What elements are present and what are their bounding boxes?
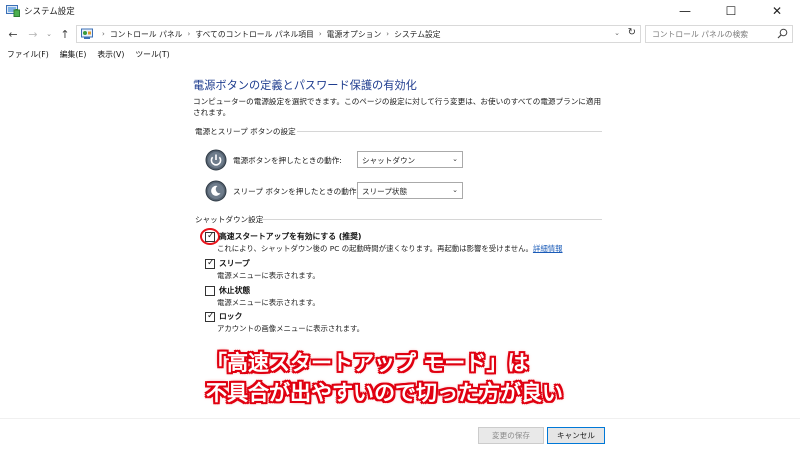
breadcrumb-separator[interactable]: › <box>187 30 190 38</box>
chevron-down-icon: ⌄ <box>452 155 458 163</box>
cancel-button[interactable]: キャンセル <box>547 427 605 444</box>
footer-divider <box>0 418 800 419</box>
lock-checkbox[interactable]: ✓ <box>205 311 215 322</box>
close-icon: ✕ <box>771 4 783 18</box>
annotation-line-2: 不具合が出やすいので切った方が良い <box>206 381 563 405</box>
menu-edit[interactable]: 編集(E) <box>60 49 87 60</box>
fast-startup-description: これにより、シャットダウン後の PC の起動時間が速くなります。再起動は影響を受… <box>217 243 563 254</box>
power-button-action-value: シャットダウン <box>362 156 416 165</box>
minimize-icon: — <box>679 4 691 18</box>
lock-option-description: アカウントの画像メニューに表示されます。 <box>217 324 365 333</box>
fast-startup-label: 高速スタートアップを有効にする (推奨) <box>219 232 362 241</box>
hibernate-checkbox[interactable] <box>205 286 215 296</box>
breadcrumb-separator[interactable]: › <box>319 30 322 38</box>
menu-view[interactable]: 表示(V) <box>97 49 124 60</box>
menu-tools[interactable]: ツール(T) <box>135 49 169 60</box>
sleep-checkbox[interactable]: ✓ <box>205 258 215 269</box>
checkmark-icon: ✓ <box>207 258 215 268</box>
power-button-label: 電源ボタンを押したときの動作: <box>233 156 342 165</box>
page-description: コンピューターの電源設定を選択できます。このページの設定に対して行う変更は、お使… <box>193 97 602 117</box>
hibernate-option-label: 休止状態 <box>219 286 251 295</box>
chevron-down-icon: ⌄ <box>452 186 458 194</box>
breadcrumb-system-settings[interactable]: システム設定 <box>394 29 441 40</box>
search-icon <box>777 28 788 39</box>
sleep-button-label: スリープ ボタンを押したときの動作: <box>233 187 360 196</box>
page-title: 電源ボタンの定義とパスワード保護の有効化 <box>193 79 417 92</box>
forward-arrow-icon: → <box>28 27 38 41</box>
checkmark-icon: ✓ <box>207 311 215 321</box>
window-title: システム設定 <box>24 7 75 17</box>
annotation-caption: 「高速スタートアップ モード」は 不具合が出やすいので切った方が良い <box>206 348 563 408</box>
recent-locations-button[interactable]: ⌄ <box>44 26 54 42</box>
back-arrow-icon: ← <box>8 27 18 41</box>
navigation-bar: ← → ⌄ ↑ › コントロール パネル › すべてのコントロール パネル項目 … <box>0 22 800 46</box>
sleep-button-action-value: スリープ状態 <box>362 187 408 196</box>
learn-more-link[interactable]: 詳細情報 <box>533 244 563 253</box>
breadcrumb-power-options[interactable]: 電源オプション <box>327 29 382 40</box>
search-input[interactable] <box>646 29 771 39</box>
power-section-title: 電源とスリープ ボタンの設定 <box>195 127 296 136</box>
address-dropdown-icon[interactable]: ⌄ <box>614 29 620 37</box>
fast-startup-description-text: これにより、シャットダウン後の PC の起動時間が速くなります。再起動は影響を受… <box>217 244 533 253</box>
annotation-line-1: 「高速スタートアップ モード」は <box>206 351 529 375</box>
hibernate-option-description: 電源メニューに表示されます。 <box>217 298 320 307</box>
section-divider <box>260 219 602 220</box>
control-panel-icon <box>81 28 93 39</box>
back-button[interactable]: ← <box>6 26 20 42</box>
menu-file[interactable]: ファイル(F) <box>7 49 49 60</box>
lock-option-label: ロック <box>219 312 243 321</box>
search-box[interactable] <box>645 25 793 43</box>
address-bar[interactable]: › コントロール パネル › すべてのコントロール パネル項目 › 電源オプショ… <box>76 25 641 43</box>
breadcrumb-separator[interactable]: › <box>386 30 389 38</box>
sleep-option-description: 電源メニューに表示されます。 <box>217 271 320 280</box>
refresh-icon[interactable]: ↻ <box>628 27 636 38</box>
up-button[interactable]: ↑ <box>58 26 72 42</box>
breadcrumb-separator: › <box>102 30 105 38</box>
power-button-row: 電源ボタンを押したときの動作: シャットダウン ⌄ <box>205 149 475 171</box>
power-options-icon <box>6 5 20 17</box>
main-content: 電源ボタンの定義とパスワード保護の有効化 コンピューターの電源設定を選択できます… <box>0 62 800 422</box>
forward-button[interactable]: → <box>26 26 40 42</box>
breadcrumb-control-panel[interactable]: コントロール パネル <box>110 29 183 40</box>
minimize-button[interactable]: — <box>662 0 708 22</box>
up-arrow-icon: ↑ <box>60 27 70 41</box>
close-button[interactable]: ✕ <box>754 0 800 22</box>
power-button-action-select[interactable]: シャットダウン ⌄ <box>357 151 463 168</box>
sleep-button-action-select[interactable]: スリープ状態 ⌄ <box>357 182 463 199</box>
section-divider <box>297 131 602 132</box>
maximize-button[interactable]: ☐ <box>708 0 754 22</box>
menu-bar: ファイル(F) 編集(E) 表示(V) ツール(T) <box>0 46 800 62</box>
chevron-down-icon: ⌄ <box>46 30 52 38</box>
sleep-button-row: スリープ ボタンを押したときの動作: スリープ状態 ⌄ <box>205 180 475 202</box>
breadcrumb-all-items[interactable]: すべてのコントロール パネル項目 <box>195 29 314 40</box>
sleep-icon <box>205 180 227 202</box>
sleep-option-label: スリープ <box>219 259 250 268</box>
power-icon <box>205 149 227 171</box>
maximize-icon: ☐ <box>725 4 737 18</box>
title-bar: システム設定 — ☐ ✕ <box>0 0 800 22</box>
shutdown-section-title: シャットダウン設定 <box>195 215 264 224</box>
save-changes-button[interactable]: 変更の保存 <box>478 427 544 444</box>
